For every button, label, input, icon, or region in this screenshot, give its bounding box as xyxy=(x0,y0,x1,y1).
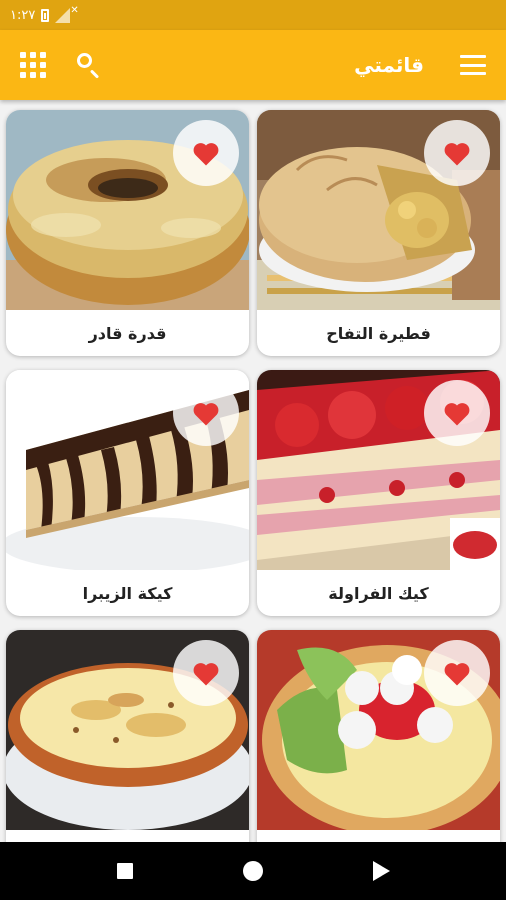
search-icon[interactable] xyxy=(76,52,102,79)
app-bar: قائمتي xyxy=(0,30,506,100)
home-icon[interactable] xyxy=(242,861,263,881)
status-time: ١:٢٧ xyxy=(10,7,36,23)
recents-icon[interactable] xyxy=(116,863,133,879)
recipe-title: فطيرة التفاح xyxy=(326,323,431,343)
favorite-button[interactable] xyxy=(173,640,239,706)
recipe-grid[interactable]: فطيرة التفاح قدرة قادر كيك الفراولة كيكة… xyxy=(0,100,506,842)
menu-icon[interactable] xyxy=(460,55,486,75)
heart-icon xyxy=(444,143,470,166)
battery-icon xyxy=(41,8,50,22)
favorite-button[interactable] xyxy=(424,120,490,186)
heart-icon xyxy=(193,663,219,686)
recipe-card-zebra-cake[interactable]: كيكة الزيبرا xyxy=(6,370,249,616)
page-title: قائمتي xyxy=(354,53,424,77)
recipe-card-fruit-tart[interactable] xyxy=(257,630,500,842)
grid-icon[interactable] xyxy=(20,52,46,78)
system-nav-bar xyxy=(0,842,506,900)
recipe-title xyxy=(257,830,500,842)
favorite-button[interactable] xyxy=(173,380,239,446)
recipe-title: كيكة الزيبرا xyxy=(82,583,173,603)
recipe-card-apple-pie[interactable]: فطيرة التفاح xyxy=(257,110,500,356)
heart-icon xyxy=(193,143,219,166)
recipe-card-bundt-cake[interactable]: قدرة قادر xyxy=(6,110,249,356)
no-signal-icon: ✕ xyxy=(70,4,79,16)
recipe-card-strawberry-cake[interactable]: كيك الفراولة xyxy=(257,370,500,616)
signal-icon xyxy=(55,7,71,23)
back-icon[interactable] xyxy=(372,861,390,881)
heart-icon xyxy=(444,663,470,686)
recipe-title xyxy=(6,830,249,842)
heart-icon xyxy=(193,403,219,426)
status-bar: ١:٢٧ ✕ xyxy=(0,0,506,30)
favorite-button[interactable] xyxy=(424,640,490,706)
recipe-title: كيك الفراولة xyxy=(328,583,429,603)
heart-icon xyxy=(444,403,470,426)
favorite-button[interactable] xyxy=(424,380,490,446)
recipe-title: قدرة قادر xyxy=(88,323,167,343)
recipe-card-gratin[interactable] xyxy=(6,630,249,842)
favorite-button[interactable] xyxy=(173,120,239,186)
